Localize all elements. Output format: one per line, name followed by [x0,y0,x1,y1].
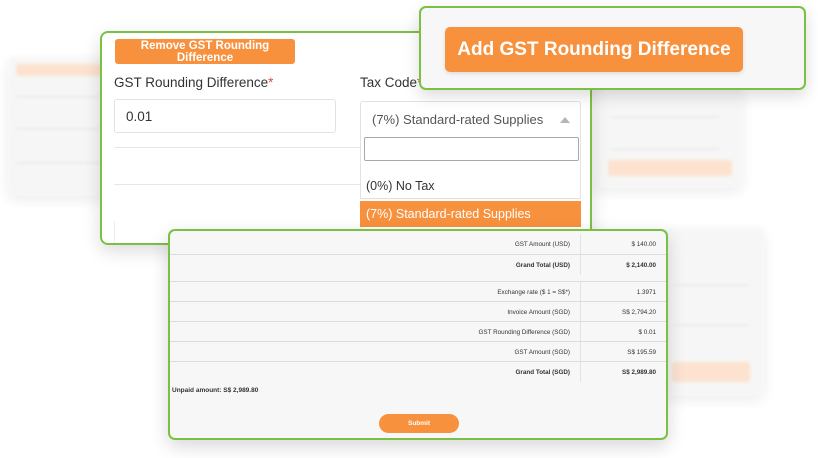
column-separator [580,282,581,302]
row-label: Invoice Amount (SGD) [507,309,570,316]
row-value: 1.3971 [636,289,656,296]
required-mark: * [268,75,274,90]
row-value: S$ 2,989.80 [622,369,656,376]
totals-summary-card: GST Amount (USD) $ 140.00 Grand Total (U… [168,229,668,440]
grand-total-sgd-row: Grand Total (SGD) S$ 2,989.80 [170,361,666,382]
tax-code-label: Tax Code* [360,75,422,90]
exchange-rate-row: Exchange rate ($ 1 = S$*) 1.3971 [170,281,666,302]
row-value: $ 0.01 [638,329,656,336]
remove-gst-rounding-button[interactable]: Remove GST Rounding Difference [115,39,295,64]
add-gst-rounding-button[interactable]: Add GST Rounding Difference [445,27,743,72]
grand-total-usd-row: Grand Total (USD) $ 2,140.00 [170,254,666,275]
row-divider [114,147,362,148]
column-separator [580,234,581,254]
gst-rounding-label-text: GST Rounding Difference [114,75,269,90]
row-divider [114,184,362,185]
row-label: GST Amount (USD) [514,241,570,248]
row-label: Grand Total (USD) [515,262,570,269]
background-card-left [8,58,108,196]
tax-code-search-input[interactable] [364,137,579,161]
row-value: S$ 2,794.20 [622,309,656,316]
column-separator [580,362,581,382]
column-separator [580,342,581,362]
row-value: $ 140.00 [631,241,656,248]
row-value: S$ 195.59 [627,349,656,356]
gst-amount-usd-row: GST Amount (USD) $ 140.00 [170,234,666,254]
unpaid-amount: Unpaid amount: S$ 2,989.80 [172,387,259,394]
add-gst-rounding-card: Add GST Rounding Difference [419,6,806,90]
invoice-amount-sgd-row: Invoice Amount (SGD) S$ 2,794.20 [170,301,666,322]
background-card-right-bottom [664,228,764,396]
submit-button[interactable]: Submit [379,414,459,433]
background-card-right-top [592,86,742,188]
row-label: GST Rounding Difference (SGD) [478,329,570,336]
tax-code-selected-value: (7%) Standard-rated Supplies [372,112,544,127]
row-label: Grand Total (SGD) [515,369,570,376]
gst-rounding-value: 0.01 [126,108,153,124]
tax-code-label-text: Tax Code [360,75,418,90]
row-value: $ 2,140.00 [626,262,656,269]
column-separator [580,322,581,342]
row-label: GST Amount (SGD) [514,349,570,356]
gst-rounding-input[interactable]: 0.01 [114,99,336,133]
column-separator [580,255,581,275]
gst-amount-sgd-row: GST Amount (SGD) S$ 195.59 [170,341,666,362]
gst-rounding-label: GST Rounding Difference* [114,75,273,90]
tax-option-standard-rated[interactable]: (7%) Standard-rated Supplies [360,201,581,227]
row-label: Exchange rate ($ 1 = S$*) [497,289,570,296]
caret-up-icon[interactable] [560,117,570,123]
tax-option-no-tax[interactable]: (0%) No Tax [360,173,581,199]
column-separator [580,302,581,322]
gst-rounding-sgd-row: GST Rounding Difference (SGD) $ 0.01 [170,321,666,342]
